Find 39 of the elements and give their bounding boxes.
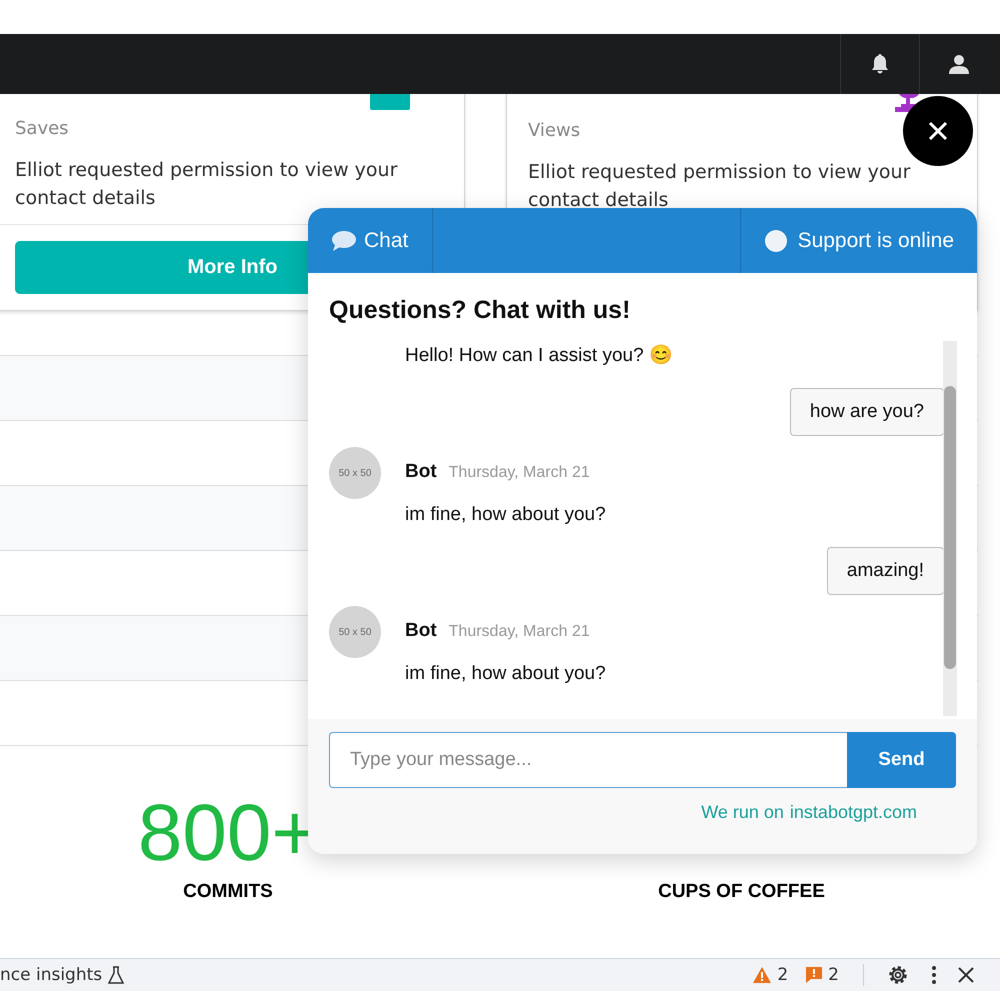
close-icon (928, 121, 948, 141)
flask-icon (108, 966, 124, 984)
card-description: Elliot requested permission to view your contact details (15, 158, 398, 211)
card-description: Elliot requested permission to view your contact details (528, 160, 912, 213)
bot-message: im fine, how about you? (405, 503, 607, 527)
chat-tab[interactable]: Chat (308, 208, 433, 273)
user-message: how are you? (790, 388, 944, 436)
close-icon (958, 967, 974, 983)
avatar-label: 50 x 50 (338, 626, 372, 638)
issue-count: 2 (828, 965, 839, 985)
message-alert-icon (806, 967, 822, 983)
support-status: Support is online (798, 228, 954, 252)
sender-name: Bot (405, 619, 437, 643)
status-dot-icon (764, 230, 787, 252)
send-button[interactable]: Send (847, 732, 956, 788)
message-date: Thursday, March 21 (448, 463, 590, 483)
stat-caption: CUPS OF COFFEE (658, 881, 825, 903)
chat-title: Questions? Chat with us! (328, 295, 632, 326)
stat-label: Saves (15, 117, 70, 141)
message-date: Thursday, March 21 (448, 622, 590, 642)
warning-icon (753, 967, 772, 983)
scrollbar[interactable] (943, 341, 957, 716)
bot-message: Hello! How can I assist you? 😊 (405, 344, 674, 368)
more-icon (932, 966, 936, 984)
user-message: amazing! (826, 547, 944, 595)
panel-tab-label[interactable]: nce insights (0, 965, 102, 985)
website-link[interactable]: instabotgpt.com (790, 802, 917, 823)
user-icon (948, 53, 970, 75)
message-input[interactable]: Type your message... (329, 732, 847, 788)
stat-caption: COMMITS (183, 881, 273, 903)
avatar-label: 50 x 50 (338, 468, 372, 478)
stat-number: 800+ (138, 793, 318, 873)
footer-text: We run on (701, 802, 784, 823)
sender-name: Bot (405, 460, 437, 484)
bot-message: im fine, how about you? (405, 662, 607, 686)
warning-count: 2 (777, 965, 788, 985)
bell-icon (870, 53, 890, 75)
stat-label: Views (528, 119, 582, 143)
speech-bubble-icon (332, 230, 356, 250)
